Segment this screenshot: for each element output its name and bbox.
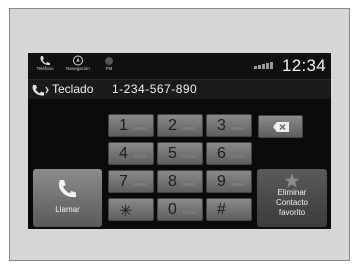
key-1[interactable]: 1 <box>108 114 154 137</box>
key-2-digit: 2 <box>168 117 177 134</box>
phone-icon <box>40 56 50 66</box>
phone-tab[interactable]: Teléfono <box>31 55 59 72</box>
key-5[interactable]: 5 <box>157 142 203 165</box>
key-star[interactable]: ✳ <box>108 198 154 221</box>
key-4-digit: 4 <box>119 145 128 162</box>
remove-favorite-label-line1: Eliminar <box>277 188 307 197</box>
keypad-mode-label: Teclado <box>52 82 94 96</box>
key-4[interactable]: 4 <box>108 142 154 165</box>
remove-favorite-label-line2: Contacto <box>275 198 309 207</box>
fm-tab-label: FM <box>105 66 113 71</box>
navigation-tab-label: Navegación <box>66 66 90 71</box>
compass-icon <box>73 55 83 66</box>
key-0[interactable]: 0 <box>157 198 203 221</box>
call-button-label: Llamar <box>55 205 80 214</box>
key-8-digit: 8 <box>168 173 177 190</box>
key-1-digit: 1 <box>119 117 128 134</box>
navigation-tab[interactable]: Navegación <box>61 55 95 72</box>
key-3-digit: 3 <box>217 117 226 134</box>
key-8[interactable]: 8 <box>157 170 203 193</box>
phone-keypad-screen: Teléfono Navegación FM 12:34 Teclado 1-2… <box>28 53 331 229</box>
remove-favorite-contact-button[interactable]: Eliminar Contacto favorito <box>257 169 327 227</box>
backspace-button[interactable] <box>258 115 303 138</box>
key-9-digit: 9 <box>217 173 226 190</box>
signal-strength-icon <box>254 62 273 69</box>
key-3[interactable]: 3 <box>206 114 252 137</box>
key-7[interactable]: 7 <box>108 170 154 193</box>
key-star-symbol: ✳ <box>119 203 133 220</box>
clock: 12:34 <box>281 56 326 75</box>
fm-tab[interactable]: FM <box>102 55 116 72</box>
key-hash-symbol: # <box>217 201 226 218</box>
dialed-number-bar: Teclado 1-234-567-890 <box>28 79 331 99</box>
key-9[interactable]: 9 <box>206 170 252 193</box>
key-6[interactable]: 6 <box>206 142 252 165</box>
radio-icon <box>105 57 113 65</box>
handset-back-icon[interactable] <box>31 83 49 97</box>
status-bar: Teléfono Navegación FM 12:34 <box>28 53 331 79</box>
key-5-digit: 5 <box>168 145 177 162</box>
star-icon <box>284 173 300 188</box>
dialed-number: 1-234-567-890 <box>112 82 198 96</box>
backspace-icon <box>273 122 289 132</box>
key-7-digit: 7 <box>119 173 128 190</box>
remove-favorite-label-line3: favorito <box>278 208 306 217</box>
key-hash[interactable]: # <box>206 198 252 221</box>
phone-tab-label: Teléfono <box>36 66 54 71</box>
key-0-digit: 0 <box>168 201 177 218</box>
phone-handset-icon <box>58 180 76 198</box>
key-6-digit: 6 <box>217 145 226 162</box>
key-2[interactable]: 2 <box>157 114 203 137</box>
call-button[interactable]: Llamar <box>33 169 102 227</box>
remove-favorite-label: Eliminar Contacto favorito <box>257 188 327 218</box>
